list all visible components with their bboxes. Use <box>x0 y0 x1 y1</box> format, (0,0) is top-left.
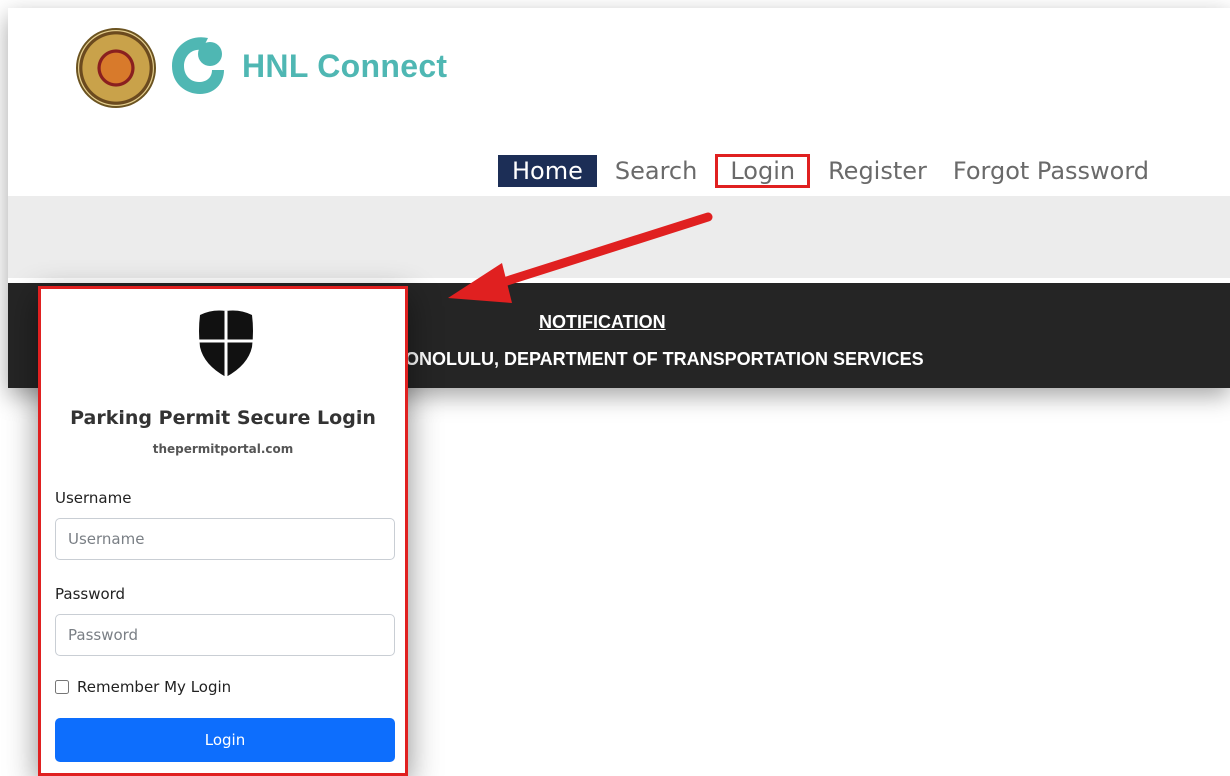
username-input[interactable] <box>55 518 395 560</box>
shield-icon <box>199 310 253 377</box>
nav-search-link[interactable]: Search <box>611 155 701 187</box>
brand-name: HNL Connect <box>242 48 448 84</box>
username-label: Username <box>55 489 132 507</box>
password-label: Password <box>55 585 126 603</box>
nav-register-link[interactable]: Register <box>824 155 931 187</box>
password-input[interactable] <box>55 614 395 656</box>
login-card-site: thepermitportal.com <box>152 442 294 456</box>
red-arrow-icon <box>448 212 713 303</box>
notification-subtitle: HONOLULU, DEPARTMENT OF TRANSPORTATION S… <box>392 349 924 369</box>
login-card: Parking Permit Secure Login thepermitpor… <box>38 286 408 776</box>
notification-title[interactable]: NOTIFICATION <box>539 312 666 333</box>
login-button[interactable]: Login <box>55 718 395 762</box>
login-card-title: Parking Permit Secure Login <box>70 407 376 429</box>
hnl-connect-logo-icon <box>172 37 224 94</box>
nav-forgot-password-link[interactable]: Forgot Password <box>949 155 1153 187</box>
remember-me-label: Remember My Login <box>77 678 232 696</box>
main-nav: Home Search Login Register Forgot Passwo… <box>498 151 1171 191</box>
remember-me-row[interactable]: Remember My Login <box>55 678 231 696</box>
city-seal-icon <box>76 28 156 108</box>
site-header: HNL Connect Home Search Login Register F… <box>8 8 1230 196</box>
nav-home-link[interactable]: Home <box>498 155 597 187</box>
remember-me-checkbox[interactable] <box>55 680 69 694</box>
nav-login-link[interactable]: Login <box>715 154 811 188</box>
